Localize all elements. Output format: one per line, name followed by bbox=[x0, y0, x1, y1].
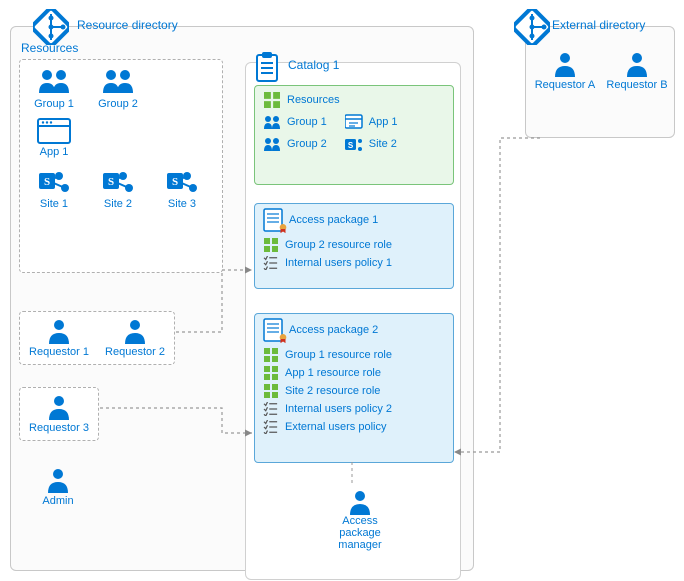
role-row: Site 2 resource role bbox=[255, 382, 453, 400]
role-row: Group 1 resource role bbox=[255, 346, 453, 364]
catalog-resource-label: Group 2 bbox=[287, 138, 327, 150]
resources-grid-icon bbox=[263, 348, 279, 362]
site-icon bbox=[39, 166, 69, 196]
catalog-resource: Site 2 bbox=[345, 136, 398, 152]
requestor-label: Requestor 1 bbox=[29, 346, 89, 358]
person-icon bbox=[45, 467, 71, 493]
resource-directory-panel: Resource directory Resources Group 1 Gro… bbox=[10, 26, 474, 571]
app-icon bbox=[345, 114, 363, 130]
requestor-label: Requestor 3 bbox=[29, 422, 89, 434]
access-package-manager-label: Access package manager bbox=[320, 515, 400, 551]
app-icon bbox=[37, 118, 71, 144]
resources-grid-icon bbox=[263, 92, 281, 108]
access-package-2: Access package 2 Group 1 resource role A… bbox=[254, 313, 454, 463]
role-label: Site 2 resource role bbox=[285, 385, 380, 397]
resource-label: Site 1 bbox=[40, 198, 68, 210]
resource-label: App 1 bbox=[40, 146, 69, 158]
resource-directory-title: Resource directory bbox=[77, 18, 178, 32]
person-icon bbox=[347, 489, 373, 515]
requestor-label: Requestor B bbox=[606, 79, 667, 91]
admin-label: Admin bbox=[42, 495, 73, 507]
policy-icon bbox=[263, 420, 279, 434]
resource-app: App 1 bbox=[24, 118, 84, 158]
role-row: Group 2 resource role bbox=[255, 236, 453, 254]
person-icon bbox=[46, 318, 72, 344]
group-icon bbox=[263, 114, 281, 130]
person-icon bbox=[552, 51, 578, 77]
policy-label: Internal users policy 2 bbox=[285, 403, 392, 415]
resource-label: Site 2 bbox=[104, 198, 132, 210]
catalog-panel: Catalog 1 Resources Group 1 Group 2 bbox=[245, 62, 461, 580]
catalog-resource-label: App 1 bbox=[369, 116, 398, 128]
resources-label: Resources bbox=[21, 41, 78, 55]
directory-icon bbox=[33, 9, 69, 45]
access-package-title: Access package 2 bbox=[289, 324, 378, 336]
access-package-title: Access package 1 bbox=[289, 214, 378, 226]
group-icon bbox=[101, 66, 135, 96]
catalog-resource-label: Group 1 bbox=[287, 116, 327, 128]
resources-grid-icon bbox=[263, 384, 279, 398]
catalog-resources-label: Resources bbox=[287, 94, 340, 106]
policy-row: Internal users policy 1 bbox=[255, 254, 453, 272]
ribbon-icon bbox=[278, 334, 288, 344]
role-row: App 1 resource role bbox=[255, 364, 453, 382]
policy-row: External users policy bbox=[255, 418, 453, 436]
directory-icon bbox=[514, 9, 550, 45]
catalog-resource: App 1 bbox=[345, 114, 398, 130]
requestor: Requestor 1 bbox=[28, 318, 90, 358]
requestor-label: Requestor A bbox=[535, 79, 596, 91]
person-icon bbox=[122, 318, 148, 344]
resources-panel: Group 1 Group 2 App 1 Site 1 Site 2 bbox=[19, 59, 223, 273]
catalog-resource: Group 2 bbox=[263, 136, 327, 152]
catalog-title: Catalog 1 bbox=[288, 58, 339, 72]
resources-grid-icon bbox=[263, 366, 279, 380]
requestor-label: Requestor 2 bbox=[105, 346, 165, 358]
person-icon bbox=[46, 394, 72, 420]
access-package-1: Access package 1 Group 2 resource role I… bbox=[254, 203, 454, 289]
policy-label: External users policy bbox=[285, 421, 387, 433]
external-directory-title: External directory bbox=[552, 18, 645, 32]
group-icon bbox=[263, 136, 281, 152]
internal-requestors-box-2: Requestor 3 bbox=[19, 387, 99, 441]
admin: Admin bbox=[27, 467, 89, 507]
ribbon-icon bbox=[278, 224, 288, 234]
person-icon bbox=[624, 51, 650, 77]
package-icon bbox=[263, 318, 285, 342]
role-label: Group 2 resource role bbox=[285, 239, 392, 251]
policy-label: Internal users policy 1 bbox=[285, 257, 392, 269]
resource-label: Group 1 bbox=[34, 98, 74, 110]
requestor: Requestor 3 bbox=[28, 394, 90, 434]
resource-group: Group 1 bbox=[24, 66, 84, 110]
requestor: Requestor 2 bbox=[104, 318, 166, 358]
external-requestor: Requestor A bbox=[534, 51, 596, 91]
site-icon bbox=[345, 136, 363, 152]
package-icon bbox=[263, 208, 285, 232]
site-icon bbox=[167, 166, 197, 196]
catalog-resource: Group 1 bbox=[263, 114, 327, 130]
policy-icon bbox=[263, 402, 279, 416]
resource-label: Site 3 bbox=[168, 198, 196, 210]
policy-row: Internal users policy 2 bbox=[255, 400, 453, 418]
resource-site: Site 2 bbox=[88, 166, 148, 210]
access-package-manager: Access package manager bbox=[320, 489, 400, 551]
policy-icon bbox=[263, 256, 279, 270]
resource-site: Site 1 bbox=[24, 166, 84, 210]
resource-site: Site 3 bbox=[152, 166, 212, 210]
internal-requestors-box-1: Requestor 1 Requestor 2 bbox=[19, 311, 175, 365]
resources-grid-icon bbox=[263, 238, 279, 252]
external-requestor: Requestor B bbox=[606, 51, 668, 91]
role-label: App 1 resource role bbox=[285, 367, 381, 379]
site-icon bbox=[103, 166, 133, 196]
catalog-icon bbox=[254, 51, 280, 83]
catalog-resources-panel: Resources Group 1 Group 2 App bbox=[254, 85, 454, 185]
resource-group: Group 2 bbox=[88, 66, 148, 110]
catalog-resource-label: Site 2 bbox=[369, 138, 397, 150]
group-icon bbox=[37, 66, 71, 96]
role-label: Group 1 resource role bbox=[285, 349, 392, 361]
external-directory-panel: External directory Requestor A Requestor… bbox=[525, 26, 675, 138]
resource-label: Group 2 bbox=[98, 98, 138, 110]
